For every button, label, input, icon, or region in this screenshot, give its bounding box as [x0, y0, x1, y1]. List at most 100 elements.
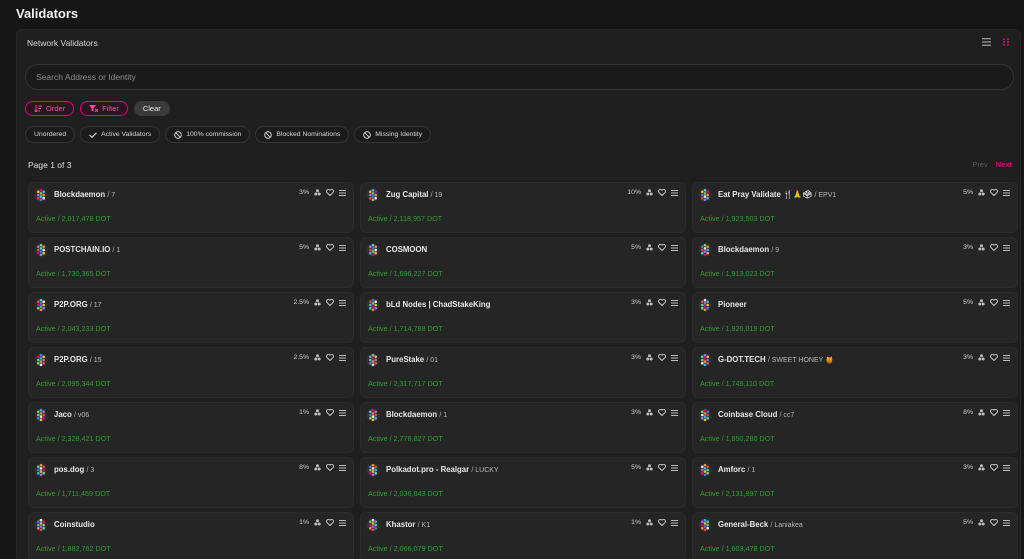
validator-card[interactable]: General-Beck / Laniakea 5% Active / 1,60… — [692, 512, 1018, 559]
validator-card[interactable]: Pioneer 5% Active / 1,920,019 DOT — [692, 292, 1018, 343]
validator-card[interactable]: PureStake / 01 3% Active / 2,317,717 DOT — [360, 347, 686, 398]
next-button[interactable]: Next — [996, 160, 1012, 169]
favorite-heart-icon[interactable] — [658, 464, 666, 471]
menu-icon[interactable] — [671, 244, 678, 251]
menu-icon[interactable] — [671, 409, 678, 416]
validator-card[interactable]: POSTCHAIN.IO / 1 5% Active / 1,730,365 D… — [28, 237, 354, 288]
nominators-icon[interactable] — [646, 464, 653, 471]
clear-button[interactable]: Clear — [133, 101, 170, 116]
order-button[interactable]: Order — [25, 101, 75, 116]
filter-chip-blocked-nominations[interactable]: Blocked Nominations — [255, 126, 350, 143]
menu-icon[interactable] — [1003, 299, 1010, 306]
nominators-icon[interactable] — [646, 189, 653, 196]
validator-card[interactable]: Coinbase Cloud / cc7 8% Active / 1,850,2… — [692, 402, 1018, 453]
validator-name: Coinbase Cloud / cc7 — [718, 410, 794, 419]
menu-icon[interactable] — [339, 299, 346, 306]
nominators-icon[interactable] — [314, 409, 321, 416]
favorite-heart-icon[interactable] — [326, 244, 334, 251]
menu-icon[interactable] — [671, 464, 678, 471]
favorite-heart-icon[interactable] — [326, 354, 334, 361]
validator-card[interactable]: Amforc / 1 3% Active / 2,131,897 DOT — [692, 457, 1018, 508]
grid-view-icon[interactable] — [1000, 36, 1012, 48]
nominators-icon[interactable] — [314, 189, 321, 196]
nominators-icon[interactable] — [646, 354, 653, 361]
menu-icon[interactable] — [1003, 519, 1010, 526]
nominators-icon[interactable] — [978, 244, 985, 251]
filter-chip-missing-identity[interactable]: Missing Identity — [354, 126, 432, 143]
nominators-icon[interactable] — [314, 354, 321, 361]
nominators-icon[interactable] — [978, 519, 985, 526]
menu-icon[interactable] — [1003, 189, 1010, 196]
favorite-heart-icon[interactable] — [990, 244, 998, 251]
nominators-icon[interactable] — [646, 299, 653, 306]
favorite-heart-icon[interactable] — [326, 519, 334, 526]
filter-button[interactable]: Filter — [80, 101, 128, 116]
favorite-heart-icon[interactable] — [658, 244, 666, 251]
validator-card[interactable]: Jaco / v06 1% Active / 2,328,421 DOT — [28, 402, 354, 453]
menu-icon[interactable] — [1003, 244, 1010, 251]
favorite-heart-icon[interactable] — [658, 409, 666, 416]
favorite-heart-icon[interactable] — [990, 299, 998, 306]
menu-icon[interactable] — [339, 519, 346, 526]
favorite-heart-icon[interactable] — [326, 464, 334, 471]
validator-card[interactable]: bLd Nodes | ChadStakeKing 3% Active / 1,… — [360, 292, 686, 343]
nominators-icon[interactable] — [978, 464, 985, 471]
favorite-heart-icon[interactable] — [658, 354, 666, 361]
validator-card[interactable]: G-DOT.TECH / SWEET HONEY 🍯 3% Active / 1… — [692, 347, 1018, 398]
nominators-icon[interactable] — [646, 409, 653, 416]
favorite-heart-icon[interactable] — [658, 189, 666, 196]
filter-chip-unordered[interactable]: Unordered — [25, 126, 76, 143]
menu-icon[interactable] — [671, 189, 678, 196]
nominators-icon[interactable] — [646, 519, 653, 526]
validator-card[interactable]: P2P.ORG / 17 2.5% Active / 2,043,233 DOT — [28, 292, 354, 343]
validator-card[interactable]: Eat Pray Validate 🍴🙏🗳 / EPV1 5% Active /… — [692, 182, 1018, 233]
nominators-icon[interactable] — [314, 464, 321, 471]
nominators-icon[interactable] — [646, 244, 653, 251]
list-view-icon[interactable] — [980, 36, 992, 48]
validator-card[interactable]: Blockdaemon / 7 3% Active / 2,017,478 DO… — [28, 182, 354, 233]
favorite-heart-icon[interactable] — [326, 189, 334, 196]
menu-icon[interactable] — [339, 189, 346, 196]
menu-icon[interactable] — [1003, 409, 1010, 416]
menu-icon[interactable] — [671, 299, 678, 306]
favorite-heart-icon[interactable] — [326, 299, 334, 306]
nominators-icon[interactable] — [978, 409, 985, 416]
filter-chip-100-commission[interactable]: 100% commission — [165, 126, 251, 143]
validator-card[interactable]: Blockdaemon / 1 3% Active / 2,776,827 DO… — [360, 402, 686, 453]
nominators-icon[interactable] — [978, 189, 985, 196]
favorite-heart-icon[interactable] — [658, 519, 666, 526]
validator-name: G-DOT.TECH / SWEET HONEY 🍯 — [718, 355, 834, 364]
validator-card[interactable]: P2P.ORG / 15 2.5% Active / 2,095,344 DOT — [28, 347, 354, 398]
nominators-icon[interactable] — [978, 299, 985, 306]
search-input[interactable] — [25, 64, 1014, 90]
favorite-heart-icon[interactable] — [990, 354, 998, 361]
menu-icon[interactable] — [671, 519, 678, 526]
menu-icon[interactable] — [339, 409, 346, 416]
menu-icon[interactable] — [1003, 354, 1010, 361]
validator-card[interactable]: Zug Capital / 19 10% Active / 2,118,957 … — [360, 182, 686, 233]
validator-card[interactable]: Polkadot.pro - Realgar / LUCKY 5% Active… — [360, 457, 686, 508]
validator-card[interactable]: Coinstudio 1% Active / 1,882,762 DOT — [28, 512, 354, 559]
validator-card[interactable]: pos.dog / 3 8% Active / 1,711,459 DOT — [28, 457, 354, 508]
nominators-icon[interactable] — [314, 519, 321, 526]
nominators-icon[interactable] — [314, 244, 321, 251]
nominators-icon[interactable] — [978, 354, 985, 361]
filter-chip-active-validators[interactable]: Active Validators — [80, 126, 161, 143]
nominators-icon[interactable] — [314, 299, 321, 306]
validator-card[interactable]: COSMOON 5% Active / 1,696,227 DOT — [360, 237, 686, 288]
menu-icon[interactable] — [1003, 464, 1010, 471]
favorite-heart-icon[interactable] — [990, 189, 998, 196]
menu-icon[interactable] — [339, 244, 346, 251]
favorite-heart-icon[interactable] — [658, 299, 666, 306]
favorite-heart-icon[interactable] — [326, 409, 334, 416]
prev-button[interactable]: Prev — [972, 160, 987, 169]
menu-icon[interactable] — [339, 354, 346, 361]
menu-icon[interactable] — [339, 464, 346, 471]
validator-card[interactable]: Blockdaemon / 9 3% Active / 1,913,023 DO… — [692, 237, 1018, 288]
menu-icon[interactable] — [671, 354, 678, 361]
validator-identity: Blockdaemon — [54, 190, 106, 199]
validator-card[interactable]: Khastor / K1 1% Active / 2,066,079 DOT — [360, 512, 686, 559]
favorite-heart-icon[interactable] — [990, 464, 998, 471]
favorite-heart-icon[interactable] — [990, 409, 998, 416]
favorite-heart-icon[interactable] — [990, 519, 998, 526]
